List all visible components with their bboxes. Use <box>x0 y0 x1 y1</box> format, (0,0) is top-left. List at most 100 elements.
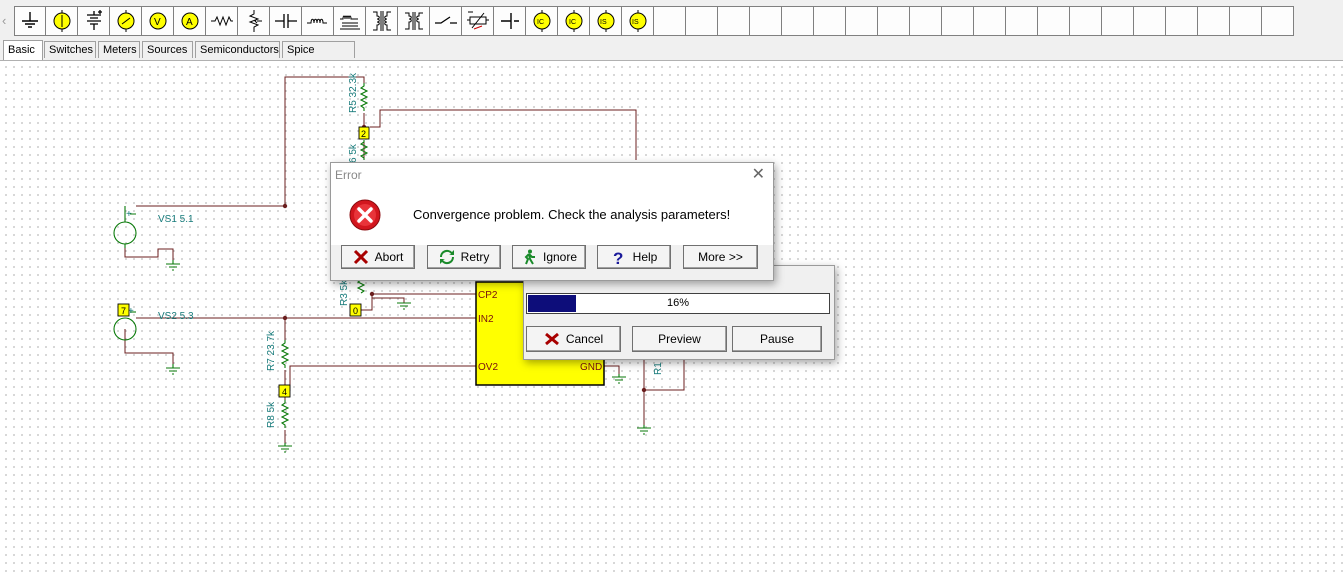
vs1-plus-sign: + <box>126 209 132 220</box>
svg-text:IC: IC <box>537 19 544 26</box>
pin-in2: IN2 <box>478 314 494 325</box>
varistor-icon[interactable] <box>462 6 494 36</box>
error-icon <box>349 199 381 231</box>
lamp-icon[interactable] <box>46 6 78 36</box>
node-label-2: 2 <box>361 129 366 139</box>
empty-slot <box>942 6 974 36</box>
tab-semiconductors[interactable]: Semiconductors <box>195 41 280 58</box>
label-r7: R7 23.7k <box>266 330 277 371</box>
transformer-icon[interactable] <box>366 6 398 36</box>
empty-slot <box>878 6 910 36</box>
ignore-button[interactable]: Ignore <box>512 245 586 269</box>
toolbar-button-row: V A IC IC IS IS <box>14 6 1294 36</box>
ammeter-icon[interactable]: A <box>174 6 206 36</box>
resistor-icon[interactable] <box>206 6 238 36</box>
ic-2-icon[interactable]: IC <box>558 6 590 36</box>
progress-bar: 16% <box>526 293 830 314</box>
ground-icon <box>397 302 411 310</box>
ignore-label: Ignore <box>542 250 578 264</box>
svg-text:IC: IC <box>569 19 576 26</box>
empty-slot <box>1070 6 1102 36</box>
ground-icon[interactable] <box>14 6 46 36</box>
voltmeter-probe-icon[interactable] <box>110 6 142 36</box>
preview-button[interactable]: Preview <box>632 326 727 352</box>
help-question-icon: ? <box>613 249 623 265</box>
svg-text:V: V <box>154 17 161 28</box>
empty-slot <box>1134 6 1166 36</box>
empty-slot <box>718 6 750 36</box>
potentiometer-icon[interactable] <box>238 6 270 36</box>
ground-icon <box>166 364 180 375</box>
more-button[interactable]: More >> <box>683 245 758 269</box>
resistor-r8 <box>280 400 290 428</box>
help-button[interactable]: ? Help <box>597 245 671 269</box>
ic-3-icon[interactable]: IS <box>590 6 622 36</box>
abort-button[interactable]: Abort <box>341 245 415 269</box>
more-label: More >> <box>698 250 743 264</box>
close-icon[interactable]: ✕ <box>752 163 765 187</box>
label-r3: R3 5k <box>339 279 350 306</box>
retry-icon <box>439 249 454 265</box>
empty-slot <box>686 6 718 36</box>
pin-cp2: CP2 <box>478 290 498 301</box>
ground-icon <box>166 260 180 271</box>
empty-slot <box>1166 6 1198 36</box>
empty-slot <box>1230 6 1262 36</box>
empty-slot <box>1198 6 1230 36</box>
empty-slot <box>814 6 846 36</box>
resistor-r5 <box>359 83 369 111</box>
empty-slot <box>1102 6 1134 36</box>
capacitor-2-icon[interactable] <box>494 6 526 36</box>
ignore-walking-icon <box>524 249 535 265</box>
preview-label: Preview <box>658 332 701 346</box>
cancel-x-icon <box>544 332 559 346</box>
cancel-label: Cancel <box>565 332 604 346</box>
svg-text:A: A <box>186 17 193 28</box>
label-r6: 6 5k <box>348 143 359 163</box>
label-vs1: VS1 5.1 <box>158 214 194 225</box>
svg-text:IS: IS <box>632 19 639 26</box>
switch-icon[interactable] <box>430 6 462 36</box>
empty-slot <box>1038 6 1070 36</box>
capacitor-icon[interactable] <box>270 6 302 36</box>
tab-basic[interactable]: Basic <box>3 40 43 60</box>
error-body: Convergence problem. Check the analysis … <box>331 187 773 245</box>
transformer-2-icon[interactable] <box>398 6 430 36</box>
label-r5: R5 32.3k <box>348 72 359 113</box>
abort-label: Abort <box>374 250 404 264</box>
ic-4-icon[interactable]: IS <box>622 6 654 36</box>
tab-spice-macros[interactable]: Spice Macros <box>282 41 355 72</box>
pin-gnd: GND <box>580 362 602 373</box>
inductor-icon[interactable] <box>302 6 334 36</box>
empty-slot <box>1262 6 1294 36</box>
tab-sources[interactable]: Sources <box>142 41 193 58</box>
error-message: Convergence problem. Check the analysis … <box>413 207 731 222</box>
node-label-4: 4 <box>282 387 287 397</box>
junction-dot <box>369 291 375 297</box>
toolbar-scroll-left-icon[interactable]: ‹ <box>2 6 12 36</box>
label-r8: R8 5k <box>266 401 277 428</box>
empty-slot <box>846 6 878 36</box>
component-toolbar: ‹ V A IC IC IS IS <box>0 0 1343 41</box>
empty-slot <box>782 6 814 36</box>
battery-icon[interactable] <box>78 6 110 36</box>
voltmeter-icon[interactable]: V <box>142 6 174 36</box>
resistor-r7 <box>280 340 290 368</box>
abort-x-icon <box>353 249 368 265</box>
empty-slot <box>750 6 782 36</box>
help-label: Help <box>632 250 658 264</box>
junction-dot <box>282 203 288 209</box>
transformer-core-icon[interactable] <box>334 6 366 36</box>
node-label-7: 7 <box>121 306 126 316</box>
ic-1-icon[interactable]: IC <box>526 6 558 36</box>
pin-ov2: OV2 <box>478 362 498 373</box>
tab-meters[interactable]: Meters <box>98 41 140 58</box>
progress-text: 16% <box>666 297 690 309</box>
svg-text:?: ? <box>613 249 623 265</box>
pause-button[interactable]: Pause <box>732 326 822 352</box>
ground-icon <box>612 374 626 384</box>
junction-dot <box>282 315 288 321</box>
tab-switches[interactable]: Switches <box>44 41 96 58</box>
retry-button[interactable]: Retry <box>427 245 501 269</box>
cancel-button[interactable]: Cancel <box>526 326 621 352</box>
